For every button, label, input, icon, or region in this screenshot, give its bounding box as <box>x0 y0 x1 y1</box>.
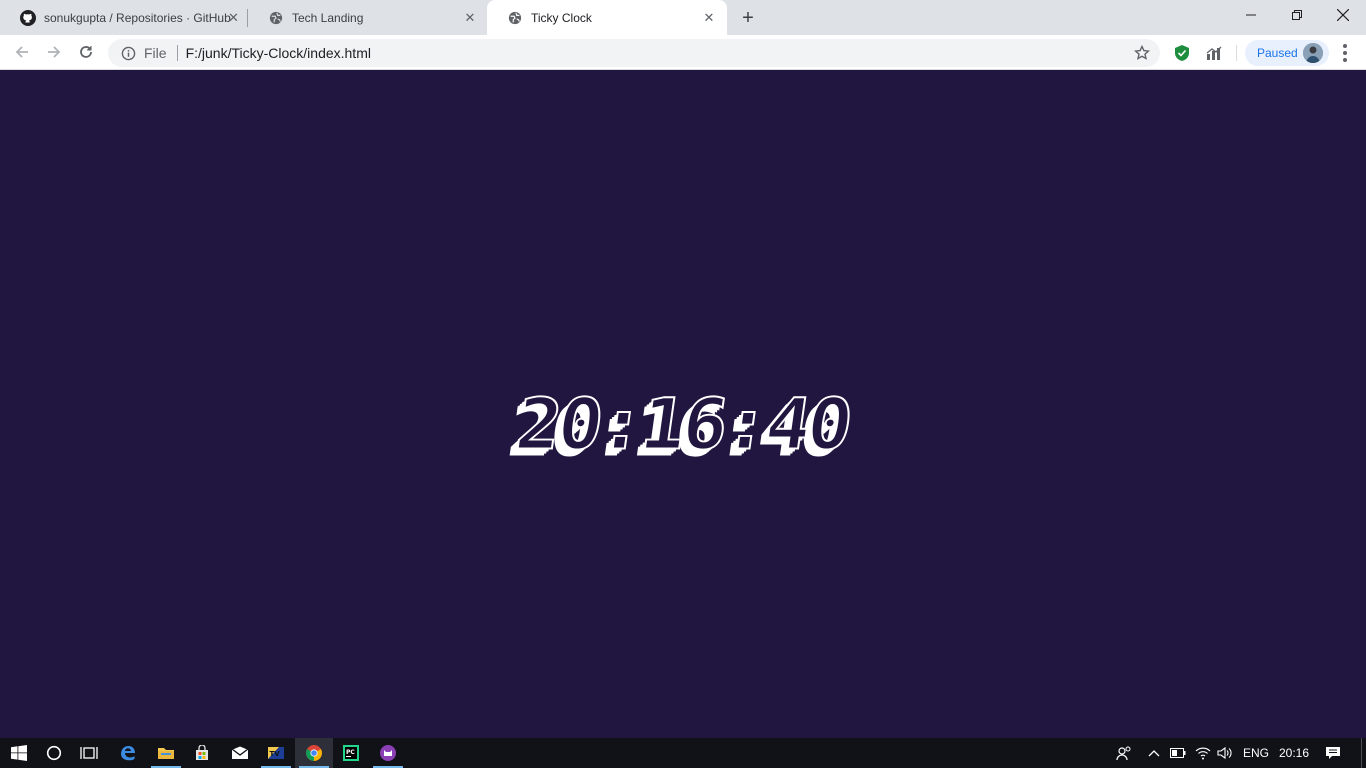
browser-toolbar: File F:/junk/Ticky-Clock/index.html Paus… <box>0 35 1366 70</box>
taskbar-chrome[interactable] <box>295 738 333 768</box>
store-icon <box>196 745 208 760</box>
windows-taskbar: TV PC ENG 20:16 <box>0 738 1366 768</box>
app-icon <box>380 745 396 761</box>
tab-ticky-clock[interactable]: Ticky Clock ✕ <box>487 0 727 35</box>
tab-tech-landing[interactable]: Tech Landing ✕ <box>248 0 488 35</box>
taskbar-pycharm[interactable]: PC <box>332 738 370 768</box>
analytics-extension-icon[interactable] <box>1205 44 1223 62</box>
minimize-button[interactable] <box>1228 0 1274 30</box>
volume-icon[interactable] <box>1215 738 1235 768</box>
new-tab-button[interactable]: + <box>736 6 760 30</box>
pycharm-icon: PC <box>343 745 359 761</box>
clock-display: 20:16:40 <box>510 383 856 467</box>
arrow-right-icon <box>48 46 61 58</box>
taskbar-store[interactable] <box>183 738 221 768</box>
star-icon[interactable] <box>1133 44 1151 61</box>
search-button[interactable] <box>35 738 73 768</box>
reload-button[interactable] <box>74 40 98 64</box>
divider <box>176 45 178 61</box>
windows-icon <box>11 745 27 761</box>
page-content: 20:16:40 <box>0 71 1366 738</box>
close-icon[interactable]: ✕ <box>699 8 719 28</box>
edge-icon <box>121 746 135 761</box>
chevron-up-icon[interactable] <box>1144 738 1164 768</box>
start-button[interactable] <box>0 738 38 768</box>
taskbar-mail[interactable] <box>221 738 259 768</box>
svg-text:PC: PC <box>346 749 355 756</box>
wifi-icon[interactable] <box>1193 738 1213 768</box>
taskbar-app[interactable] <box>369 738 407 768</box>
taskbar-clock[interactable]: 20:16 <box>1276 738 1312 768</box>
scheme-label: File <box>144 45 167 61</box>
chrome-icon <box>306 745 322 761</box>
task-view-button[interactable] <box>70 738 108 768</box>
globe-icon <box>507 10 523 26</box>
url-text[interactable]: F:/junk/Ticky-Clock/index.html <box>186 45 371 61</box>
taskbar-file-explorer[interactable] <box>147 738 185 768</box>
mail-icon <box>231 746 249 759</box>
close-icon[interactable]: ✕ <box>460 8 480 28</box>
divider <box>1236 45 1237 61</box>
cortana-icon <box>46 745 62 761</box>
close-icon[interactable]: ✕ <box>228 0 248 35</box>
avatar <box>1303 43 1323 63</box>
tab-title: Tech Landing <box>292 10 364 25</box>
tab-strip: sonukgupta / Repositories · GitHub Tech … <box>0 0 1366 35</box>
tv-icon: TV <box>268 747 284 759</box>
globe-icon <box>268 10 284 26</box>
arrow-left-icon <box>15 46 28 58</box>
profile-button[interactable]: Paused <box>1245 40 1329 66</box>
close-window-button[interactable] <box>1320 0 1366 30</box>
more-menu-icon[interactable] <box>1336 42 1354 64</box>
svg-text:TV: TV <box>270 750 281 758</box>
notifications-icon[interactable] <box>1320 738 1346 768</box>
battery-icon[interactable] <box>1168 738 1188 768</box>
forward-button[interactable] <box>42 40 66 64</box>
people-icon[interactable] <box>1114 738 1134 768</box>
shield-extension-icon[interactable] <box>1173 44 1191 62</box>
info-icon[interactable] <box>120 45 136 61</box>
show-desktop-button[interactable] <box>1361 738 1366 768</box>
back-button[interactable] <box>10 40 34 64</box>
restore-button[interactable] <box>1274 0 1320 30</box>
language-indicator[interactable]: ENG <box>1238 738 1274 768</box>
folder-icon <box>158 748 174 759</box>
github-icon <box>20 9 36 26</box>
tab-title: sonukgupta / Repositories · GitHub <box>44 10 231 25</box>
profile-status: Paused <box>1257 46 1298 60</box>
tab-github[interactable]: sonukgupta / Repositories · GitHub <box>0 0 248 35</box>
tab-title: Ticky Clock <box>531 10 592 25</box>
taskbar-edge[interactable] <box>109 738 147 768</box>
taskbar-tv-app[interactable]: TV <box>257 738 295 768</box>
reload-icon <box>80 46 92 58</box>
address-bar[interactable]: File F:/junk/Ticky-Clock/index.html <box>108 39 1160 67</box>
task-view-icon <box>80 747 98 759</box>
